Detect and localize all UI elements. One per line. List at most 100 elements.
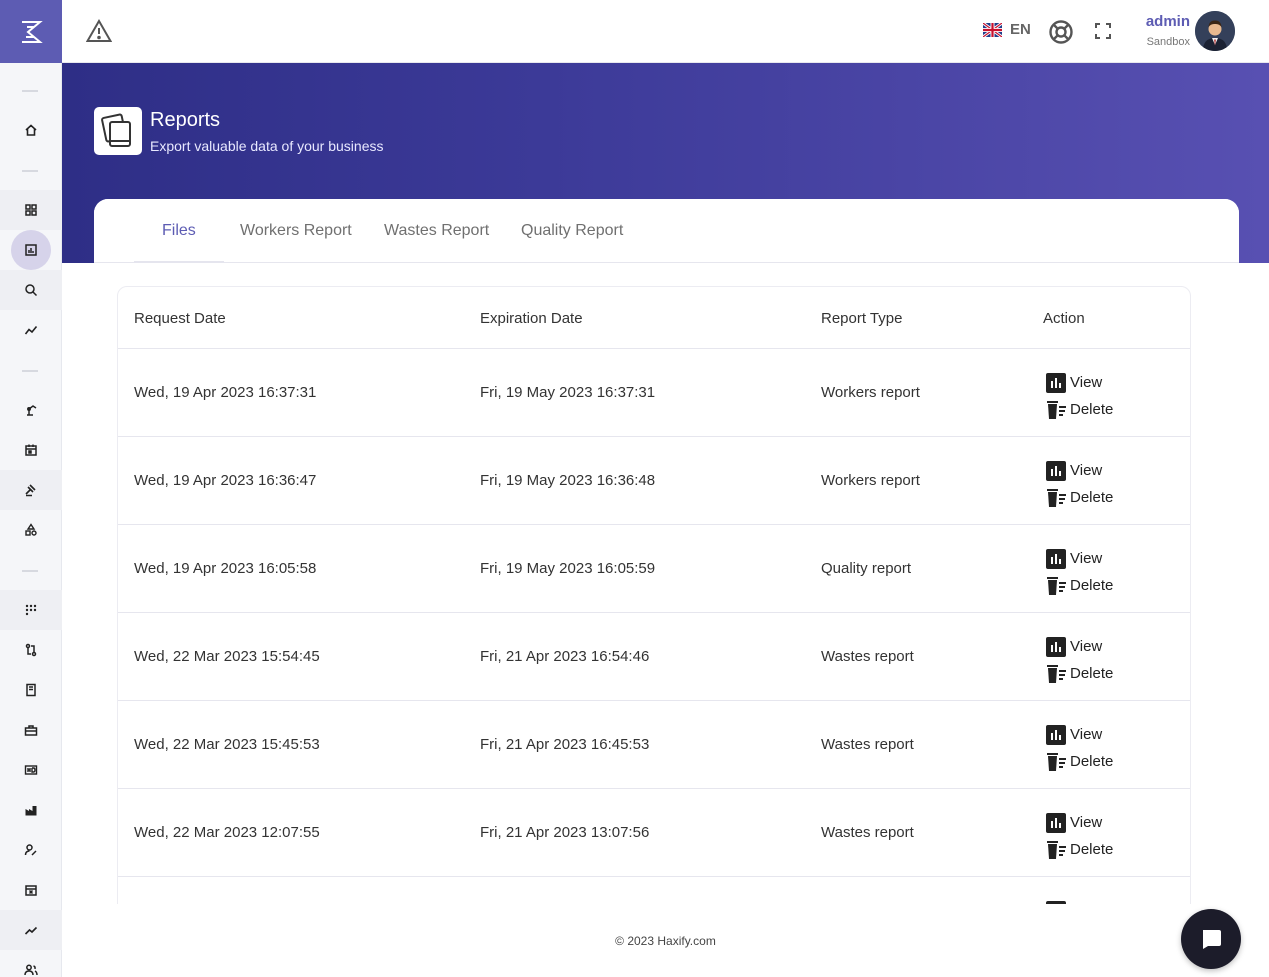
sidebar-item-book[interactable] [0,670,62,710]
trash-icon [1047,400,1066,419]
sidebar-item-factory[interactable] [0,790,62,830]
table-row: Wed, 22 Mar 2023 15:45:53 Fri, 21 Apr 20… [118,701,1190,789]
sidebar-item-toolbox[interactable] [0,710,62,750]
top-bar: EN admin Sandbox [62,0,1269,63]
user-name: admin [1145,13,1190,30]
report-type-cell: Quality report [821,560,912,577]
lifebuoy-icon[interactable] [1048,19,1074,45]
view-label: View [1070,462,1103,479]
request-date-cell: Wed, 19 Apr 2023 16:36:47 [134,472,317,489]
bar-chart-icon [1046,548,1066,569]
tab-workers-report[interactable]: Workers Report [240,222,352,240]
view-button[interactable]: View [1045,897,1102,904]
request-date-cell: Wed, 19 Apr 2023 16:37:31 [134,384,317,401]
search-analysis-icon [25,284,38,297]
factory-icon [25,806,37,816]
request-date-cell: Wed, 22 Mar 2023 12:07:55 [134,824,320,841]
report-type-cell: Workers report [821,472,920,489]
trash-icon [1047,488,1066,507]
copyright: © 2023 Haxify.com [615,934,716,948]
user-menu[interactable]: admin Sandbox [1130,13,1190,50]
delete-label: Delete [1070,665,1114,682]
sidebar-item-shapes[interactable] [0,510,62,550]
delete-button[interactable]: Delete [1045,396,1113,423]
sidebar-item-users[interactable] [0,950,62,977]
tab-wastes-report[interactable]: Wastes Report [384,222,489,240]
trash-icon [1047,576,1066,595]
delete-button[interactable]: Delete [1045,484,1113,511]
view-label: View [1070,638,1103,655]
page-title: Reports [150,109,221,131]
sidebar-item-dashboard[interactable] [0,190,62,230]
view-button[interactable]: View [1045,457,1113,484]
row-actions: View Delete [1045,545,1113,599]
view-button[interactable]: View [1045,545,1113,572]
sidebar-item-trend[interactable] [0,310,62,350]
bar-chart-icon [1046,636,1066,657]
view-button[interactable]: View [1045,369,1113,396]
sidebar-item-calendar[interactable] [0,430,62,470]
expiration-date-cell: Fri, 21 Apr 2023 16:54:46 [480,648,650,665]
book-icon [26,683,36,697]
table-row: Wed, 22 Mar 2023 15:54:45 Fri, 21 Apr 20… [118,613,1190,701]
sidebar-item-grid[interactable] [0,590,62,630]
view-button[interactable]: View [1045,809,1113,836]
report-type-cell: Workers report [821,384,920,401]
delete-label: Delete [1070,401,1114,418]
sidebar-divider [22,370,38,372]
trash-icon [1047,664,1066,683]
expiration-date-cell: Fri, 21 Apr 2023 16:45:53 [480,736,650,753]
chat-button[interactable] [1181,909,1241,969]
view-button[interactable]: View [1045,633,1113,660]
column-header-action: Action [1043,310,1085,327]
calendar-icon [25,444,37,456]
sidebar-item-reports[interactable] [0,230,62,270]
robot-arm-icon [27,405,37,416]
request-date-cell: Wed, 22 Mar 2023 15:45:53 [134,736,320,753]
trend-icon [24,325,38,335]
gavel-icon [25,484,36,497]
sidebar-item-route[interactable] [0,630,62,670]
report-tabs: Files Workers Report Wastes Report Quali… [94,199,1239,263]
sidebar-item-analysis[interactable] [0,270,62,310]
delete-button[interactable]: Delete [1045,748,1113,775]
sidebar-item-gavel[interactable] [0,470,62,510]
expiration-date-cell: Fri, 21 Apr 2023 13:07:56 [480,824,650,841]
dashboard-icon [25,204,37,216]
active-tab-indicator [134,261,224,263]
reports-icon [25,244,37,256]
chart-line-icon [24,926,38,935]
sidebar-item-hd[interactable] [0,750,62,790]
request-date-cell: Wed, 19 Apr 2023 16:05:58 [134,560,317,577]
fullscreen-icon[interactable] [1095,23,1111,39]
tab-files[interactable]: Files [162,222,196,240]
row-actions: View Delete [1045,721,1113,775]
uk-flag-icon [983,22,1002,37]
row-actions: View Delete [1045,809,1113,863]
report-type-cell: Wastes report [821,648,914,665]
row-actions: View Delete [1045,633,1113,687]
bar-chart-icon [1046,372,1066,393]
delete-button[interactable]: Delete [1045,836,1113,863]
delete-button[interactable]: Delete [1045,572,1113,599]
hd-icon [24,765,38,775]
chat-bubble-icon [1203,930,1221,949]
sidebar-item-home[interactable] [0,110,62,150]
row-actions: View Delete [1045,457,1113,511]
sidebar-item-user-edit[interactable] [0,830,62,870]
active-indicator [11,230,51,270]
warning-triangle-icon[interactable] [86,19,112,43]
avatar[interactable] [1195,11,1235,51]
sidebar-item-calendar-x[interactable] [0,870,62,910]
reports-panel: Files Workers Report Wastes Report Quali… [94,199,1239,904]
delete-button[interactable]: Delete [1045,660,1113,687]
copy-files-icon [94,107,142,155]
footer: © 2023 Haxify.com [62,904,1269,977]
haxify-logo-icon[interactable] [0,0,62,63]
sidebar-item-robot[interactable] [0,390,62,430]
view-button[interactable]: View [1045,721,1113,748]
tab-quality-report[interactable]: Quality Report [521,222,623,240]
request-date-cell: Wed, 22 Mar 2023 15:54:45 [134,648,320,665]
sidebar-item-chart-line[interactable] [0,910,62,950]
language-selector[interactable]: EN [983,21,1031,38]
